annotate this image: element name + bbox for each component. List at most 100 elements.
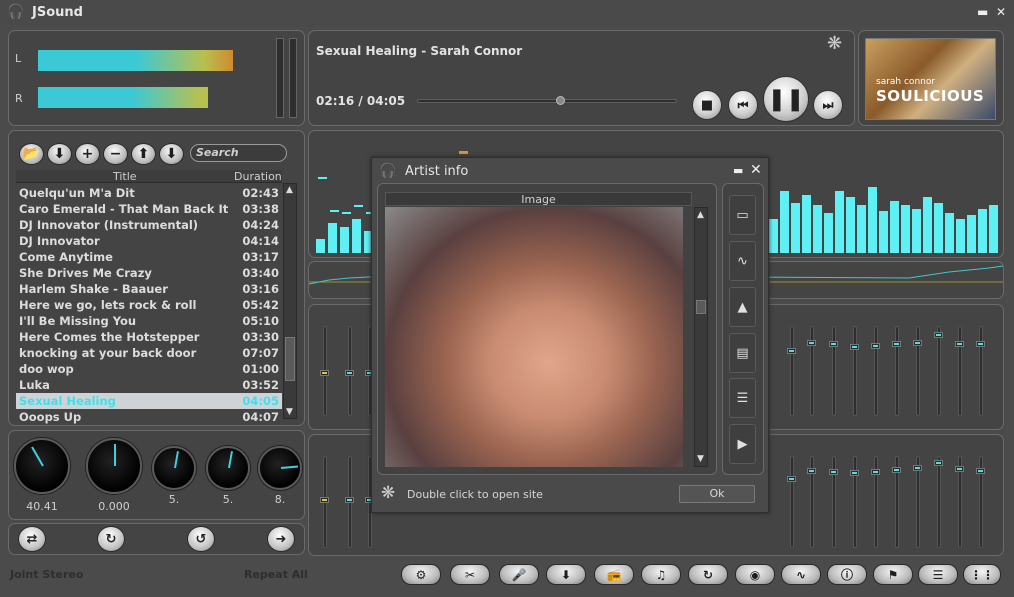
table-row[interactable]: I'll Be Missing You 05:10 <box>16 313 282 329</box>
dialog-scroll-down-icon[interactable]: ▼ <box>697 454 704 464</box>
table-row[interactable]: Come Anytime 03:17 <box>16 249 282 265</box>
video-button[interactable]: ▶ <box>729 424 756 464</box>
eq-slider-thumb[interactable] <box>955 341 964 347</box>
knob-3[interactable] <box>152 446 196 490</box>
ok-button[interactable]: Ok <box>679 485 755 503</box>
repeat-button[interactable]: ↻ <box>97 526 125 552</box>
eq-slider-thumb[interactable] <box>976 341 985 347</box>
eq-slider-track[interactable] <box>853 326 857 416</box>
table-row[interactable]: Caro Emerald - That Man Back It U... 03:3… <box>16 201 282 217</box>
table-row[interactable]: Ooops Up 04:07 <box>16 409 282 425</box>
eq-slider-thumb[interactable] <box>871 469 880 475</box>
eq-slider-track[interactable] <box>979 326 983 416</box>
eq-slider-thumb[interactable] <box>934 460 943 466</box>
cut-button[interactable]: ✂ <box>450 564 490 585</box>
eq-slider-thumb[interactable] <box>913 465 922 471</box>
list-view-button[interactable]: ☰ <box>729 378 756 418</box>
next-button[interactable]: ⏭ <box>813 90 843 120</box>
dialog-scroll-up-icon[interactable]: ▲ <box>697 210 704 220</box>
eq-slider-thumb[interactable] <box>829 469 838 475</box>
download-button[interactable]: ⬇ <box>47 143 72 165</box>
artist-photo[interactable] <box>385 207 683 467</box>
table-row[interactable]: She Drives Me Crazy 03:40 <box>16 265 282 281</box>
stop-button[interactable]: ■ <box>692 90 722 120</box>
radio-button[interactable]: 📻 <box>594 564 634 585</box>
scroll-thumb[interactable] <box>285 337 295 381</box>
eq-slider-thumb[interactable] <box>976 468 985 474</box>
area-chart-button[interactable]: ▲ <box>729 287 756 327</box>
table-row[interactable]: Harlem Shake - Baauer 03:16 <box>16 281 282 297</box>
eq-slider-thumb[interactable] <box>320 370 329 376</box>
eq-slider-track[interactable] <box>895 326 899 416</box>
table-row[interactable]: DJ Innovator (Instrumental) 04:24 <box>16 217 282 233</box>
eq-slider-track[interactable] <box>790 326 794 416</box>
cd-button[interactable]: ◉ <box>735 564 775 585</box>
settings-tools-button[interactable]: ⚙ <box>401 564 441 585</box>
table-row[interactable]: Sexual Healing 04:05 <box>16 393 282 409</box>
column-title[interactable]: Title <box>113 170 137 183</box>
seek-thumb[interactable] <box>556 96 565 105</box>
eq-slider-thumb[interactable] <box>807 468 816 474</box>
convert-button[interactable]: ↻ <box>688 564 728 585</box>
equalizer-toggle-button[interactable]: ∿ <box>781 564 821 585</box>
eq-slider-track[interactable] <box>874 326 878 416</box>
eq-slider-thumb[interactable] <box>892 467 901 473</box>
news-button[interactable]: ▤ <box>729 333 756 373</box>
shuffle-button[interactable]: ⇄ <box>18 526 46 552</box>
eq-slider-thumb[interactable] <box>807 340 816 346</box>
line-chart-button[interactable]: ∿ <box>729 241 756 281</box>
eq-slider-track[interactable] <box>937 456 941 548</box>
eq-slider-track[interactable] <box>937 326 941 416</box>
dialog-scroll-thumb[interactable] <box>696 300 706 314</box>
move-down-button[interactable]: ⬇ <box>159 143 184 165</box>
pause-button[interactable]: ❚❚ <box>763 76 809 122</box>
eq-slider-thumb[interactable] <box>829 341 838 347</box>
info-button[interactable]: ⓘ <box>827 564 867 585</box>
remove-button[interactable]: − <box>103 143 128 165</box>
table-row[interactable]: Here we go, lets rock & roll 05:42 <box>16 297 282 313</box>
eq-slider-thumb[interactable] <box>934 332 943 338</box>
eq-slider-thumb[interactable] <box>787 348 796 354</box>
scroll-down-arrow-icon[interactable]: ▼ <box>286 407 293 417</box>
eq-slider-thumb[interactable] <box>320 497 329 503</box>
eq-slider-thumb[interactable] <box>871 343 880 349</box>
column-duration[interactable]: Duration <box>234 170 282 183</box>
table-row[interactable]: Luka 03:52 <box>16 377 282 393</box>
balance-slider[interactable] <box>289 38 297 118</box>
close-button[interactable]: ✕ <box>996 5 1006 19</box>
eq-slider-thumb[interactable] <box>345 370 354 376</box>
dialog-close-button[interactable]: ✕ <box>750 162 762 178</box>
download-disk-button[interactable]: ⬇ <box>546 564 586 585</box>
knob-4[interactable] <box>206 446 250 490</box>
microphone-button[interactable]: 🎤 <box>499 564 539 585</box>
add-button[interactable]: + <box>75 143 100 165</box>
table-row[interactable]: knocking at your back door 07:07 <box>16 345 282 361</box>
repeat-one-button[interactable]: ↺ <box>187 526 215 552</box>
table-row[interactable]: Here Comes the Hotstepper 03:30 <box>16 329 282 345</box>
seek-bar[interactable] <box>417 99 677 103</box>
table-row[interactable]: doo wop 01:00 <box>16 361 282 377</box>
scroll-up-arrow-icon[interactable]: ▲ <box>286 185 293 195</box>
knob-5[interactable] <box>258 446 302 490</box>
eq-slider-thumb[interactable] <box>892 341 901 347</box>
previous-button[interactable]: ⏮ <box>728 90 758 120</box>
list-button[interactable]: ☰ <box>918 564 958 585</box>
eq-slider-thumb[interactable] <box>913 340 922 346</box>
eq-slider-thumb[interactable] <box>955 466 964 472</box>
eq-slider-track[interactable] <box>958 326 962 416</box>
mixer-button[interactable]: ⋮⋮ <box>963 564 1001 585</box>
playlist-scrollbar[interactable]: ▲ ▼ <box>283 183 297 419</box>
eq-slider-track[interactable] <box>832 326 836 416</box>
move-up-button[interactable]: ⬆ <box>131 143 156 165</box>
eq-slider-thumb[interactable] <box>787 476 796 482</box>
eq-slider-track[interactable] <box>790 456 794 548</box>
tag-button[interactable]: ⚑ <box>873 564 913 585</box>
album-view-button[interactable]: ▭ <box>729 195 756 235</box>
playlist-search-input[interactable]: Search <box>190 144 287 162</box>
open-folder-button[interactable]: 📂 <box>19 143 44 165</box>
eq-slider-thumb[interactable] <box>850 344 859 350</box>
minimize-button[interactable]: ▬ <box>977 5 988 19</box>
music-note-button[interactable]: ♫ <box>641 564 681 585</box>
volume-slider[interactable] <box>276 38 284 118</box>
forward-button[interactable]: ➜ <box>267 526 295 552</box>
